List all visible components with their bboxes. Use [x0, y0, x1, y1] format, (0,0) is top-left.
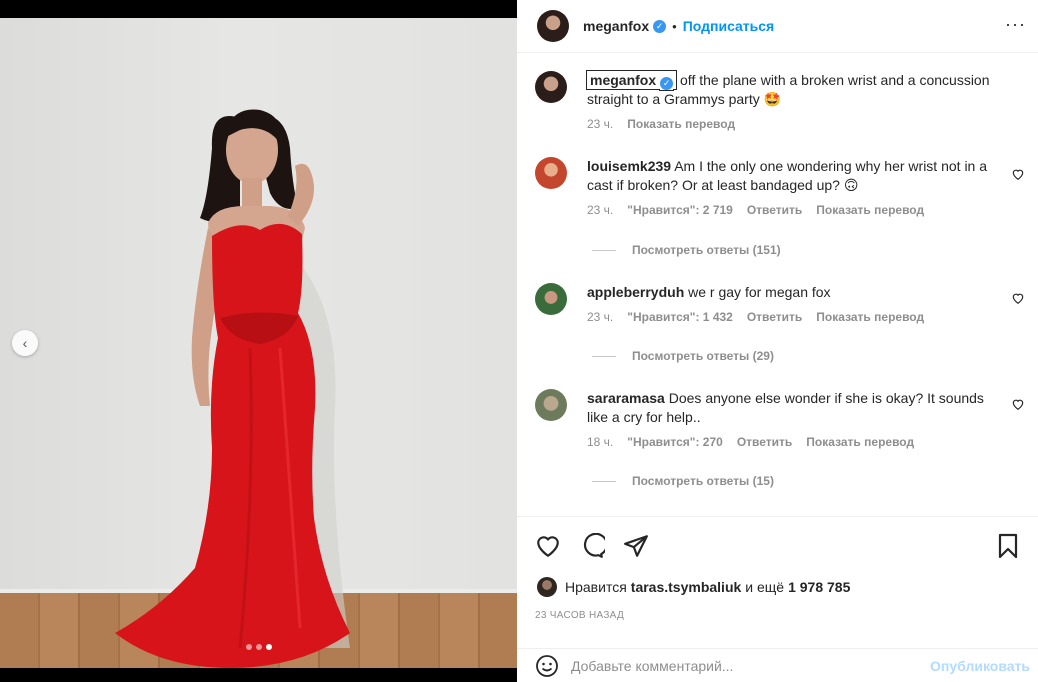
- liker-avatar[interactable]: [537, 577, 557, 597]
- comment-item: louisemk239 Am I the only one wondering …: [535, 157, 1025, 217]
- comment-item: sararamasa Does anyone else wonder if sh…: [535, 389, 1025, 449]
- view-replies-label[interactable]: Посмотреть ответы (15): [632, 474, 774, 488]
- comment-likes-count[interactable]: "Нравится": 2 719: [627, 203, 733, 217]
- follow-button[interactable]: Подписаться: [683, 18, 775, 34]
- comment-item: appleberryduh we r gay for megan fox 23 …: [535, 283, 1025, 324]
- likes-prefix: Нравится: [565, 579, 627, 595]
- like-comment-heart-icon[interactable]: [1011, 397, 1025, 411]
- post-header: meganfox ✓ • Подписаться ···: [517, 0, 1038, 53]
- comment-username[interactable]: appleberryduh: [587, 284, 684, 300]
- translate-button[interactable]: Показать перевод: [806, 435, 914, 449]
- view-replies-label[interactable]: Посмотреть ответы (151): [632, 243, 781, 257]
- comment-text-block: appleberryduh we r gay for megan fox: [587, 283, 987, 302]
- author-avatar[interactable]: [537, 10, 569, 42]
- translate-button[interactable]: Показать перевод: [816, 203, 924, 217]
- view-replies-button[interactable]: Посмотреть ответы (29): [592, 349, 774, 363]
- comment-time[interactable]: 23 ч.: [587, 203, 613, 217]
- replies-divider-line: [592, 355, 616, 357]
- action-icons-row: [535, 533, 649, 559]
- share-icon[interactable]: [623, 533, 649, 559]
- comment-time[interactable]: 18 ч.: [587, 435, 613, 449]
- comment-text-block: sararamasa Does anyone else wonder if sh…: [587, 389, 997, 427]
- carousel-dot-active: [266, 644, 272, 650]
- carousel-dot: [246, 644, 252, 650]
- caption-translate-button[interactable]: Показать перевод: [627, 117, 735, 131]
- comment-username[interactable]: sararamasa: [587, 390, 665, 406]
- caption-meta: 23 ч. Показать перевод: [587, 117, 1025, 131]
- comment-meta: 18 ч. "Нравится": 270 Ответить Показать …: [587, 435, 1025, 449]
- bookmark-icon[interactable]: [996, 533, 1020, 559]
- more-options-icon[interactable]: ···: [1005, 14, 1026, 35]
- replies-divider-line: [592, 249, 616, 251]
- replies-divider-line: [592, 480, 616, 482]
- caption-author-avatar[interactable]: [535, 71, 567, 103]
- comment-emoji: 🙃: [843, 177, 859, 193]
- comment-time[interactable]: 23 ч.: [587, 310, 613, 324]
- post-details-panel: meganfox ✓ • Подписаться ··· meganfox ✓ o…: [517, 0, 1038, 682]
- post-actions-section: Нравится taras.tsymbaliuk и ещё 1 978 78…: [517, 516, 1038, 636]
- caption-text-block: meganfox ✓ off the plane with a broken wr…: [585, 70, 1025, 109]
- comment-composer: Добавьте комментарий... Опубликовать: [517, 648, 1038, 682]
- like-comment-heart-icon[interactable]: [1011, 167, 1025, 181]
- likes-summary: Нравится taras.tsymbaliuk и ещё 1 978 78…: [537, 577, 854, 597]
- carousel-dot: [256, 644, 262, 650]
- view-replies-button[interactable]: Посмотреть ответы (151): [592, 243, 781, 257]
- caption-emoji: 🤩: [763, 91, 782, 107]
- comment-input[interactable]: Добавьте комментарий...: [571, 658, 930, 674]
- publish-button[interactable]: Опубликовать: [930, 658, 1030, 674]
- chevron-left-icon: ‹: [22, 335, 28, 351]
- verified-badge-icon: ✓: [653, 19, 667, 33]
- reply-button[interactable]: Ответить: [747, 310, 802, 324]
- post-timestamp[interactable]: 23 ЧАСОВ НАЗАД: [535, 610, 624, 621]
- translate-button[interactable]: Показать перевод: [816, 310, 924, 324]
- carousel-indicator: [246, 644, 272, 650]
- comment-meta: 23 ч. "Нравится": 2 719 Ответить Показат…: [587, 203, 1025, 217]
- comment-username[interactable]: louisemk239: [587, 158, 671, 174]
- smiley-icon[interactable]: [535, 654, 559, 678]
- verified-badge-icon: ✓: [660, 77, 674, 90]
- comments-list[interactable]: meganfox ✓ off the plane with a broken wr…: [517, 53, 1038, 516]
- comment-likes-count[interactable]: "Нравится": 1 432: [627, 310, 733, 324]
- caption-time[interactable]: 23 ч.: [587, 117, 613, 131]
- view-replies-label[interactable]: Посмотреть ответы (29): [632, 349, 774, 363]
- like-comment-heart-icon[interactable]: [1011, 291, 1025, 305]
- view-replies-button[interactable]: Посмотреть ответы (15): [592, 474, 774, 488]
- separator-dot: •: [672, 18, 677, 34]
- reply-button[interactable]: Ответить: [737, 435, 792, 449]
- post-caption: meganfox ✓ off the plane with a broken wr…: [535, 70, 1025, 131]
- caption-author-username[interactable]: meganfox: [590, 72, 656, 88]
- liker-username[interactable]: taras.tsymbaliuk: [631, 579, 742, 595]
- caption-author-box[interactable]: meganfox ✓: [585, 70, 678, 90]
- comment-text-block: louisemk239 Am I the only one wondering …: [587, 157, 987, 195]
- author-username[interactable]: meganfox: [583, 18, 649, 34]
- comment-text: we r gay for megan fox: [688, 284, 831, 300]
- post-media[interactable]: ‹: [0, 18, 517, 668]
- commenter-avatar[interactable]: [535, 389, 567, 421]
- comment-likes-count[interactable]: "Нравится": 270: [627, 435, 723, 449]
- comment-meta: 23 ч. "Нравится": 1 432 Ответить Показат…: [587, 310, 1025, 324]
- likes-and-more: и ещё: [745, 579, 785, 595]
- commenter-avatar[interactable]: [535, 283, 567, 315]
- commenter-avatar[interactable]: [535, 157, 567, 189]
- likes-count[interactable]: 1 978 785: [788, 579, 850, 595]
- reply-button[interactable]: Ответить: [747, 203, 802, 217]
- heart-icon[interactable]: [535, 533, 561, 559]
- previous-slide-button[interactable]: ‹: [12, 330, 38, 356]
- comment-icon[interactable]: [579, 533, 605, 559]
- woman-in-red-gown-image: [115, 109, 350, 668]
